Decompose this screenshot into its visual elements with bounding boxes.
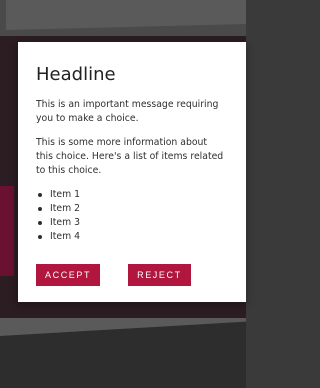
- reject-button[interactable]: REJECT: [128, 264, 191, 286]
- dialog-headline: Headline: [36, 64, 116, 85]
- background-divider: [0, 318, 246, 336]
- background-bottom: [0, 318, 246, 388]
- list-item-label: Item 4: [50, 231, 81, 242]
- list-item-label: Item 2: [50, 203, 81, 214]
- bullet-icon: [38, 221, 42, 225]
- accept-button[interactable]: ACCEPT: [36, 264, 101, 286]
- background-header-bar: [6, 0, 246, 30]
- list-item: Item 1: [36, 188, 226, 202]
- list-item: Item 3: [36, 216, 226, 230]
- list-item-label: Item 3: [50, 217, 81, 228]
- dialog: Headline This is an important message re…: [18, 42, 246, 302]
- bullet-icon: [38, 235, 42, 239]
- list-item: Item 2: [36, 202, 226, 216]
- dialog-message: This is an important message requiring y…: [36, 99, 219, 124]
- dialog-actions: ACCEPT REJECT: [36, 264, 226, 286]
- list-item: Item 4: [36, 230, 226, 244]
- bullet-icon: [38, 207, 42, 211]
- list-item-label: Item 1: [50, 189, 81, 200]
- bullet-icon: [38, 193, 42, 197]
- dialog-details: This is some more information about this…: [36, 137, 224, 176]
- background-top: [0, 0, 246, 36]
- dialog-item-list: Item 1 Item 2 Item 3 Item 4: [36, 188, 226, 244]
